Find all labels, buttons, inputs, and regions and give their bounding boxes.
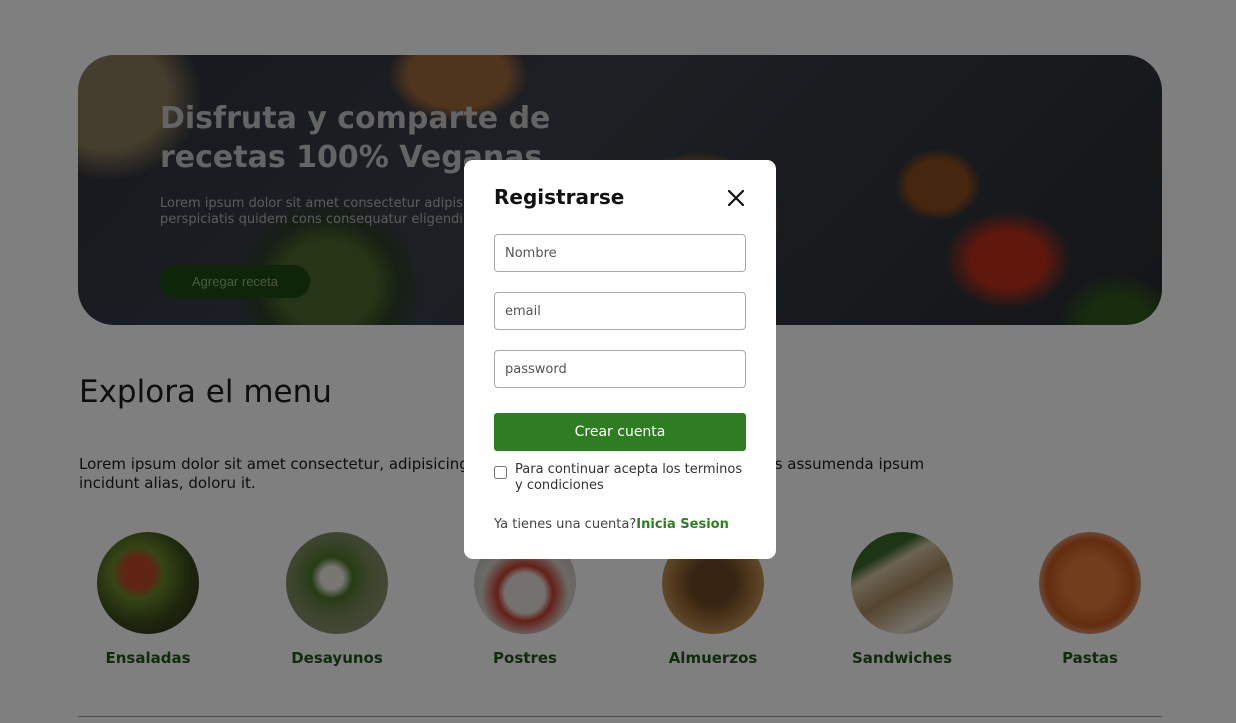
terms-checkbox[interactable] xyxy=(494,466,507,479)
modal-title: Registrarse xyxy=(494,185,625,209)
login-prompt-row: Ya tienes una cuenta?Inicia Sesion xyxy=(494,517,729,532)
password-input[interactable] xyxy=(494,350,746,388)
login-prompt: Ya tienes una cuenta? xyxy=(494,517,637,532)
terms-text: Para continuar acepta los terminos y con… xyxy=(515,462,743,493)
create-account-button[interactable]: Crear cuenta xyxy=(494,413,746,451)
close-icon xyxy=(727,189,745,207)
login-link[interactable]: Inicia Sesion xyxy=(636,517,729,532)
close-button[interactable] xyxy=(722,184,750,212)
name-input[interactable] xyxy=(494,234,746,272)
register-modal: Registrarse Crear cuenta Para continuar … xyxy=(464,160,776,559)
email-input[interactable] xyxy=(494,292,746,330)
